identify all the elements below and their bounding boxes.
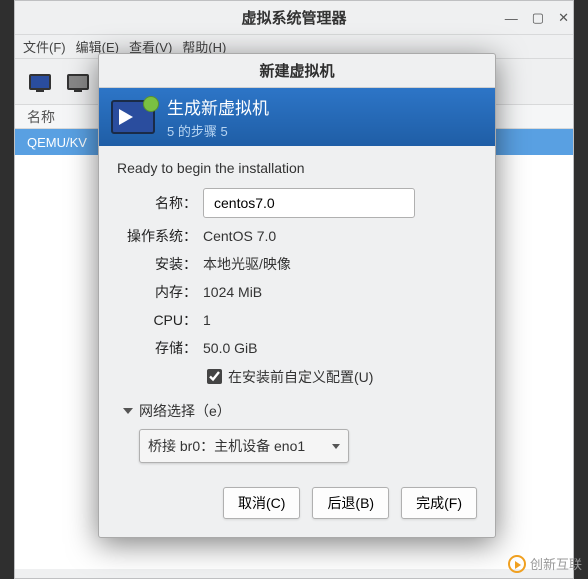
new-vm-dialog: 新建虚拟机 生成新虚拟机 5 的步骤 5 Ready to begin the … [98,53,496,538]
dialog-buttons: 取消(C) 后退(B) 完成(F) [99,473,495,537]
open-vm-toolbar-button[interactable] [61,65,95,99]
customize-checkbox-row[interactable]: 在安装前自定义配置(U) [203,366,477,387]
label-cpu: CPU： [117,310,197,330]
monitor-icon [29,74,51,90]
main-titlebar: 虚拟系统管理器 — ▢ ✕ [15,1,573,35]
value-os: CentOS 7.0 [203,228,477,244]
network-expander-label: 网络选择（e） [139,401,231,421]
finish-button[interactable]: 完成(F) [401,487,477,519]
dialog-titlebar: 新建虚拟机 [99,54,495,88]
chevron-down-icon [123,408,133,414]
menu-file[interactable]: 文件(F) [23,37,66,56]
cancel-button[interactable]: 取消(C) [223,487,300,519]
label-memory: 内存： [117,282,197,302]
value-cpu: 1 [203,312,477,328]
watermark-icon [508,555,526,573]
ready-text: Ready to begin the installation [117,160,477,176]
new-vm-toolbar-button[interactable] [23,65,57,99]
label-name: 名称： [117,193,197,213]
window-controls: — ▢ ✕ [505,1,569,35]
value-install: 本地光驱/映像 [203,254,477,274]
chevron-down-icon [332,444,340,449]
maximize-button[interactable]: ▢ [532,10,544,26]
dialog-step: 5 的步骤 5 [167,121,269,140]
value-memory: 1024 MiB [203,284,477,300]
label-os: 操作系统： [117,226,197,246]
vm-name-input[interactable] [203,188,415,218]
customize-label: 在安装前自定义配置(U) [228,367,373,387]
watermark-text: 创新互联 [530,554,582,573]
dialog-heading: 生成新虚拟机 [167,94,269,119]
create-vm-icon [111,100,155,134]
minimize-button[interactable]: — [505,11,518,26]
dialog-body: Ready to begin the installation 名称： 操作系统… [99,146,495,473]
value-storage: 50.0 GiB [203,340,477,356]
label-storage: 存储： [117,338,197,358]
close-button[interactable]: ✕ [558,10,569,26]
back-button[interactable]: 后退(B) [312,487,389,519]
network-expander[interactable]: 网络选择（e） [123,401,477,421]
customize-checkbox[interactable] [207,369,222,384]
watermark: 创新互联 [508,554,582,573]
main-title: 虚拟系统管理器 [241,7,346,28]
label-install: 安装： [117,254,197,274]
network-select[interactable]: 桥接 br0：主机设备 eno1 [139,429,349,463]
dialog-header: 生成新虚拟机 5 的步骤 5 [99,88,495,146]
monitor-icon [67,74,89,90]
network-selected-value: 桥接 br0：主机设备 eno1 [148,436,305,456]
